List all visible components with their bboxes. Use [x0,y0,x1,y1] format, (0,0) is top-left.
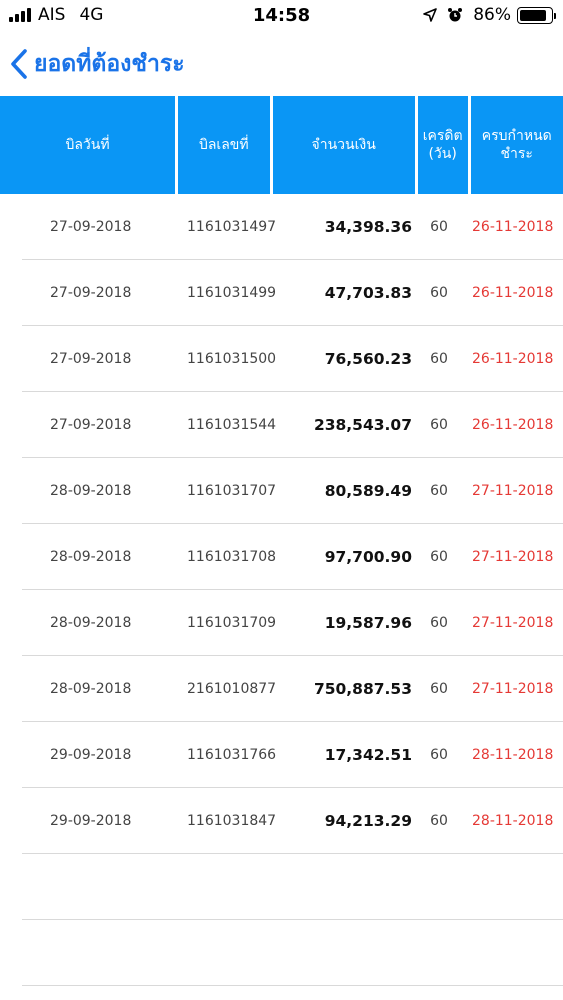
bill-number: 1161031708 [187,548,277,565]
bill-amount: 17,342.51 [324,745,412,764]
due-date: 27-11-2018 [472,548,554,565]
back-button[interactable]: ยอดที่ต้องชำระ [10,46,185,82]
bill-amount: 47,703.83 [324,283,412,302]
column-header-bill-no: บิลเลขที่ [178,96,270,194]
column-header-bill-date: บิลวันที่ [0,96,176,194]
credit-days: 60 [430,284,448,301]
table-row[interactable]: 28-09-2018 2161010877 750,887.53 60 27-1… [22,656,563,722]
due-date: 26-11-2018 [472,284,554,301]
credit-days: 60 [430,680,448,697]
bill-date: 28-09-2018 [50,548,132,565]
bill-date: 29-09-2018 [50,812,132,829]
column-header-credit-days: เครดิต (วัน) [417,96,468,194]
credit-days: 60 [430,812,448,829]
empty-row [22,854,563,920]
credit-days: 60 [430,218,448,235]
bill-amount: 34,398.36 [324,217,412,236]
nav-bar: ยอดที่ต้องชำระ [0,34,563,96]
location-arrow-icon [423,8,438,22]
bill-number: 1161031707 [187,482,277,499]
due-date: 26-11-2018 [472,416,554,433]
bill-number: 1161031766 [187,746,277,763]
bill-amount: 76,560.23 [324,349,412,368]
bill-date: 27-09-2018 [50,350,132,367]
due-date: 26-11-2018 [472,350,554,367]
credit-header-line2: (วัน) [428,146,457,162]
bill-amount: 80,589.49 [324,481,412,500]
credit-days: 60 [430,746,448,763]
bill-amount: 238,543.07 [313,415,412,434]
bill-date: 29-09-2018 [50,746,132,763]
table-row[interactable]: 28-09-2018 1161031707 80,589.49 60 27-11… [22,458,563,524]
bill-amount: 97,700.90 [324,547,412,566]
table-row[interactable]: 27-09-2018 1161031544 238,543.07 60 26-1… [22,392,563,458]
table-row[interactable]: 27-09-2018 1161031499 47,703.83 60 26-11… [22,260,563,326]
empty-row [22,920,563,986]
credit-days: 60 [430,350,448,367]
bill-date: 27-09-2018 [50,416,132,433]
table-row[interactable]: 27-09-2018 1161031500 76,560.23 60 26-11… [22,326,563,392]
due-date: 28-11-2018 [472,812,554,829]
bill-date: 28-09-2018 [50,614,132,631]
due-date: 28-11-2018 [472,746,554,763]
bill-number: 1161031499 [187,284,277,301]
credit-header-line1: เครดิต [422,128,463,144]
battery-icon [517,6,556,24]
bill-date: 28-09-2018 [50,680,132,697]
status-bar: AIS 4G 14:58 86% [0,0,563,34]
table-header: บิลวันที่ บิลเลขที่ จำนวนเงิน เครดิต (วั… [0,96,563,194]
bill-number: 1161031544 [187,416,277,433]
due-date: 26-11-2018 [472,218,554,235]
table-row[interactable]: 29-09-2018 1161031766 17,342.51 60 28-11… [22,722,563,788]
page-title: ยอดที่ต้องชำระ [34,51,185,77]
due-date: 27-11-2018 [472,614,554,631]
bill-number: 2161010877 [187,680,277,697]
bill-amount: 750,887.53 [313,679,412,698]
credit-days: 60 [430,416,448,433]
bill-amount: 19,587.96 [324,613,412,632]
bill-date: 27-09-2018 [50,284,132,301]
chevron-left-icon [11,49,27,79]
bill-number: 1161031497 [187,218,277,235]
alarm-clock-icon [448,8,463,22]
column-header-due-date: ครบกำหนด ชำระ [470,96,563,194]
table-row[interactable]: 27-09-2018 1161031497 34,398.36 60 26-11… [22,194,563,260]
bill-date: 28-09-2018 [50,482,132,499]
credit-days: 60 [430,548,448,565]
bill-list: 27-09-2018 1161031497 34,398.36 60 26-11… [0,194,563,986]
bill-amount: 94,213.29 [324,811,412,830]
bill-number: 1161031847 [187,812,277,829]
column-header-amount: จำนวนเงิน [272,96,415,194]
bill-date: 27-09-2018 [50,218,132,235]
due-header-line1: ครบกำหนด [481,128,552,144]
status-right: 86% [423,5,556,25]
bill-number: 1161031709 [187,614,277,631]
credit-days: 60 [430,614,448,631]
bill-number: 1161031500 [187,350,277,367]
table-row[interactable]: 28-09-2018 1161031709 19,587.96 60 27-11… [22,590,563,656]
due-date: 27-11-2018 [472,482,554,499]
battery-percent: 86% [473,5,511,25]
battery-level [520,9,546,21]
table-row[interactable]: 29-09-2018 1161031847 94,213.29 60 28-11… [22,788,563,854]
table-row[interactable]: 28-09-2018 1161031708 97,700.90 60 27-11… [22,524,563,590]
due-date: 27-11-2018 [472,680,554,697]
credit-days: 60 [430,482,448,499]
due-header-line2: ชำระ [500,146,533,162]
